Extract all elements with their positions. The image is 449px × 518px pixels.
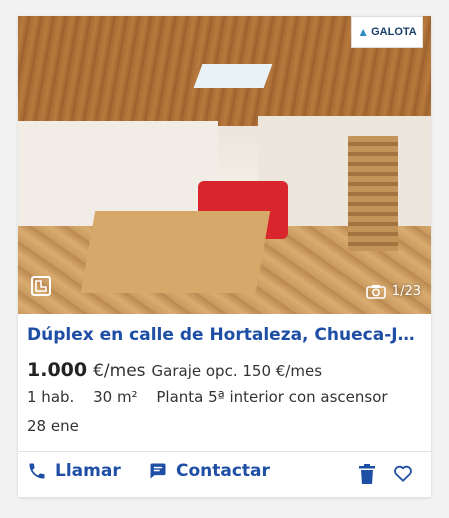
photo-table [80,211,271,293]
contact-button-label: Contactar [176,461,270,481]
call-button-label: Llamar [55,461,121,481]
rooms-detail: 1 hab. [27,388,75,406]
phone-icon [29,463,45,479]
listing-photo[interactable]: ▲ GALOTA 1/23 [18,16,431,314]
listing-details: 1 hab. 30 m² Planta 5ª interior con asce… [27,388,402,406]
price-value: 1.000 [27,359,88,381]
agency-logo: ▲ GALOTA [351,16,423,48]
price-row: 1.000 €/mes Garaje opc. 150 €/mes [27,359,322,381]
floorplan-icon[interactable] [31,276,51,296]
delete-button[interactable] [358,464,376,488]
photo-stairs [348,136,398,251]
photo-counter-text: 1/23 [391,284,421,299]
favorite-button[interactable] [393,464,413,486]
listing-actions: Llamar Contactar [18,452,431,497]
size-detail: 30 m² [93,388,138,406]
heart-icon [394,465,412,482]
photo-counter[interactable]: 1/23 [365,284,421,299]
call-button[interactable]: Llamar [27,461,121,481]
logo-mark-icon: ▲ [357,25,370,39]
camera-icon [365,285,386,299]
agency-logo-text: GALOTA [371,26,417,38]
listing-card[interactable]: ▲ GALOTA 1/23 Dúplex en calle de Hortale… [18,16,431,497]
floor-detail: Planta 5ª interior con ascensor [156,388,388,406]
photo-skylight [193,64,273,88]
chat-icon [150,463,166,479]
price-unit: €/mes [93,361,146,381]
listing-title[interactable]: Dúplex en calle de Hortaleza, Chueca-Jus… [27,325,423,345]
contact-button[interactable]: Contactar [148,461,270,481]
garage-price: Garaje opc. 150 €/mes [151,362,323,380]
trash-icon [359,464,375,484]
listing-date: 28 ene [27,417,79,435]
